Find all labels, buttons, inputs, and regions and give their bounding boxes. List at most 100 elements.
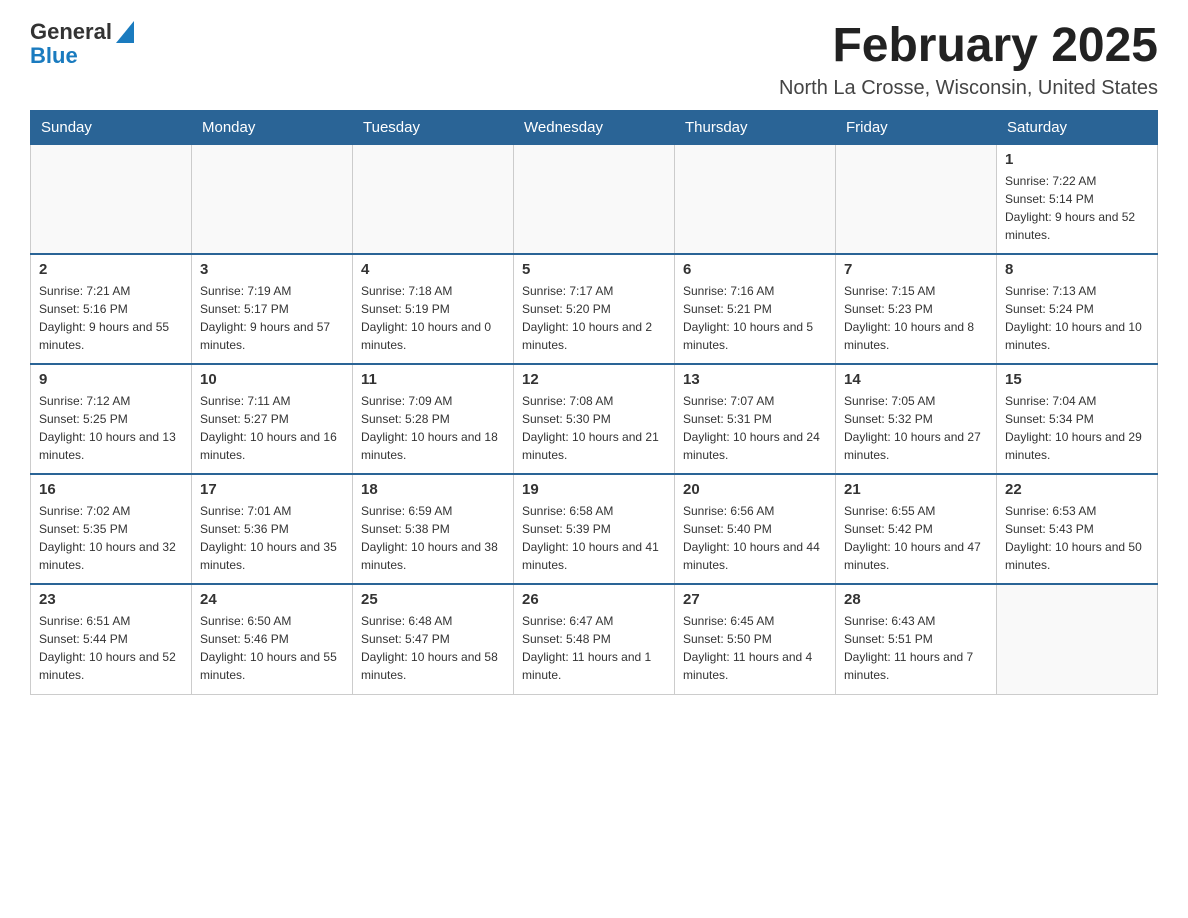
calendar-week-row: 23 Sunrise: 6:51 AM Sunset: 5:44 PM Dayli… — [31, 584, 1158, 694]
day-info: Sunrise: 7:15 AM Sunset: 5:23 PM Dayligh… — [844, 282, 988, 354]
calendar-cell: 11Sunrise: 7:09 AM Sunset: 5:28 PM Dayli… — [353, 364, 514, 474]
day-info: Sunrise: 7:08 AM Sunset: 5:30 PM Dayligh… — [522, 392, 666, 464]
weekday-header-row: SundayMondayTuesdayWednesdayThursdayFrid… — [31, 110, 1158, 144]
day-info: Sunrise: 7:16 AM Sunset: 5:21 PM Dayligh… — [683, 282, 827, 354]
calendar-cell: 18 Sunrise: 6:59 AM Sunset: 5:38 PM Dayli… — [353, 474, 514, 584]
day-info: Sunrise: 6:51 AM Sunset: 5:44 PM Dayligh… — [39, 612, 183, 684]
calendar-cell: 5 Sunrise: 7:17 AM Sunset: 5:20 PM Daylig… — [514, 254, 675, 364]
day-number: 18 — [361, 481, 505, 498]
day-number: 22 — [1005, 481, 1149, 498]
weekday-header-sunday: Sunday — [31, 110, 192, 144]
calendar-cell: 20 Sunrise: 6:56 AM Sunset: 5:40 PM Dayli… — [675, 474, 836, 584]
day-info: Sunrise: 6:58 AM Sunset: 5:39 PM Dayligh… — [522, 502, 666, 574]
weekday-header-saturday: Saturday — [997, 110, 1158, 144]
calendar-cell: 23 Sunrise: 6:51 AM Sunset: 5:44 PM Dayli… — [31, 584, 192, 694]
calendar-cell — [675, 144, 836, 254]
calendar-cell: 28 Sunrise: 6:43 AM Sunset: 5:51 PM Dayli… — [836, 584, 997, 694]
logo-blue-text: Blue — [30, 44, 134, 68]
title-area: February 2025 North La Crosse, Wisconsin… — [779, 20, 1158, 100]
day-number: 6 — [683, 261, 827, 278]
day-number: 11 — [361, 371, 505, 388]
day-info: Sunrise: 7:12 AM Sunset: 5:25 PM Dayligh… — [39, 392, 183, 464]
day-number: 17 — [200, 481, 344, 498]
calendar-cell: 26 Sunrise: 6:47 AM Sunset: 5:48 PM Dayli… — [514, 584, 675, 694]
weekday-header-monday: Monday — [192, 110, 353, 144]
day-info: Sunrise: 7:18 AM Sunset: 5:19 PM Dayligh… — [361, 282, 505, 354]
day-number: 14 — [844, 371, 988, 388]
calendar-cell: 4 Sunrise: 7:18 AM Sunset: 5:19 PM Daylig… — [353, 254, 514, 364]
day-info: Sunrise: 6:48 AM Sunset: 5:47 PM Dayligh… — [361, 612, 505, 684]
month-title: February 2025 — [779, 20, 1158, 73]
day-number: 26 — [522, 591, 666, 608]
weekday-header-friday: Friday — [836, 110, 997, 144]
day-info: Sunrise: 7:17 AM Sunset: 5:20 PM Dayligh… — [522, 282, 666, 354]
calendar-cell: 25 Sunrise: 6:48 AM Sunset: 5:47 PM Dayli… — [353, 584, 514, 694]
day-info: Sunrise: 7:01 AM Sunset: 5:36 PM Dayligh… — [200, 502, 344, 574]
day-info: Sunrise: 7:11 AM Sunset: 5:27 PM Dayligh… — [200, 392, 344, 464]
day-number: 27 — [683, 591, 827, 608]
calendar-cell: 13Sunrise: 7:07 AM Sunset: 5:31 PM Dayli… — [675, 364, 836, 474]
day-number: 23 — [39, 591, 183, 608]
calendar-cell — [353, 144, 514, 254]
calendar-cell — [31, 144, 192, 254]
calendar-cell: 3 Sunrise: 7:19 AM Sunset: 5:17 PM Daylig… — [192, 254, 353, 364]
day-number: 16 — [39, 481, 183, 498]
day-number: 15 — [1005, 371, 1149, 388]
calendar-cell: 8 Sunrise: 7:13 AM Sunset: 5:24 PM Daylig… — [997, 254, 1158, 364]
day-info: Sunrise: 6:43 AM Sunset: 5:51 PM Dayligh… — [844, 612, 988, 684]
day-number: 5 — [522, 261, 666, 278]
day-number: 3 — [200, 261, 344, 278]
day-info: Sunrise: 6:45 AM Sunset: 5:50 PM Dayligh… — [683, 612, 827, 684]
day-number: 25 — [361, 591, 505, 608]
day-info: Sunrise: 7:02 AM Sunset: 5:35 PM Dayligh… — [39, 502, 183, 574]
calendar-cell: 15 Sunrise: 7:04 AM Sunset: 5:34 PM Dayli… — [997, 364, 1158, 474]
day-number: 28 — [844, 591, 988, 608]
day-number: 21 — [844, 481, 988, 498]
calendar-cell: 17 Sunrise: 7:01 AM Sunset: 5:36 PM Dayli… — [192, 474, 353, 584]
day-number: 9 — [39, 371, 183, 388]
weekday-header-tuesday: Tuesday — [353, 110, 514, 144]
calendar-week-row: 2Sunrise: 7:21 AM Sunset: 5:16 PM Daylig… — [31, 254, 1158, 364]
day-info: Sunrise: 6:50 AM Sunset: 5:46 PM Dayligh… — [200, 612, 344, 684]
weekday-header-thursday: Thursday — [675, 110, 836, 144]
day-info: Sunrise: 6:55 AM Sunset: 5:42 PM Dayligh… — [844, 502, 988, 574]
calendar-cell: 22 Sunrise: 6:53 AM Sunset: 5:43 PM Dayli… — [997, 474, 1158, 584]
calendar-cell: 16 Sunrise: 7:02 AM Sunset: 5:35 PM Dayli… — [31, 474, 192, 584]
calendar-cell: 21 Sunrise: 6:55 AM Sunset: 5:42 PM Dayli… — [836, 474, 997, 584]
calendar-cell: 19 Sunrise: 6:58 AM Sunset: 5:39 PM Dayli… — [514, 474, 675, 584]
day-number: 20 — [683, 481, 827, 498]
calendar-cell — [997, 584, 1158, 694]
day-info: Sunrise: 6:47 AM Sunset: 5:48 PM Dayligh… — [522, 612, 666, 684]
logo-general-text: General — [30, 20, 112, 44]
calendar-cell: 12Sunrise: 7:08 AM Sunset: 5:30 PM Dayli… — [514, 364, 675, 474]
day-info: Sunrise: 7:13 AM Sunset: 5:24 PM Dayligh… — [1005, 282, 1149, 354]
day-number: 1 — [1005, 151, 1149, 168]
day-info: Sunrise: 7:07 AM Sunset: 5:31 PM Dayligh… — [683, 392, 827, 464]
calendar-cell — [192, 144, 353, 254]
calendar-week-row: 1 Sunrise: 7:22 AM Sunset: 5:14 PM Daylig… — [31, 144, 1158, 254]
location-subtitle: North La Crosse, Wisconsin, United State… — [779, 77, 1158, 100]
day-info: Sunrise: 6:53 AM Sunset: 5:43 PM Dayligh… — [1005, 502, 1149, 574]
day-number: 10 — [200, 371, 344, 388]
page-header: General Blue February 2025 North La Cros… — [30, 20, 1158, 100]
day-info: Sunrise: 7:19 AM Sunset: 5:17 PM Dayligh… — [200, 282, 344, 354]
calendar-cell: 1 Sunrise: 7:22 AM Sunset: 5:14 PM Daylig… — [997, 144, 1158, 254]
weekday-header-wednesday: Wednesday — [514, 110, 675, 144]
calendar-cell: 9 Sunrise: 7:12 AM Sunset: 5:25 PM Daylig… — [31, 364, 192, 474]
day-info: Sunrise: 7:22 AM Sunset: 5:14 PM Dayligh… — [1005, 172, 1149, 244]
logo-icon — [116, 21, 134, 43]
day-info: Sunrise: 7:05 AM Sunset: 5:32 PM Dayligh… — [844, 392, 988, 464]
calendar-cell: 27 Sunrise: 6:45 AM Sunset: 5:50 PM Dayli… — [675, 584, 836, 694]
day-number: 8 — [1005, 261, 1149, 278]
calendar-table: SundayMondayTuesdayWednesdayThursdayFrid… — [30, 110, 1158, 695]
day-number: 4 — [361, 261, 505, 278]
day-number: 24 — [200, 591, 344, 608]
calendar-cell: 24 Sunrise: 6:50 AM Sunset: 5:46 PM Dayli… — [192, 584, 353, 694]
day-info: Sunrise: 7:04 AM Sunset: 5:34 PM Dayligh… — [1005, 392, 1149, 464]
calendar-cell — [836, 144, 997, 254]
day-info: Sunrise: 6:59 AM Sunset: 5:38 PM Dayligh… — [361, 502, 505, 574]
calendar-week-row: 9 Sunrise: 7:12 AM Sunset: 5:25 PM Daylig… — [31, 364, 1158, 474]
day-info: Sunrise: 7:21 AM Sunset: 5:16 PM Dayligh… — [39, 282, 183, 354]
day-number: 19 — [522, 481, 666, 498]
day-info: Sunrise: 6:56 AM Sunset: 5:40 PM Dayligh… — [683, 502, 827, 574]
